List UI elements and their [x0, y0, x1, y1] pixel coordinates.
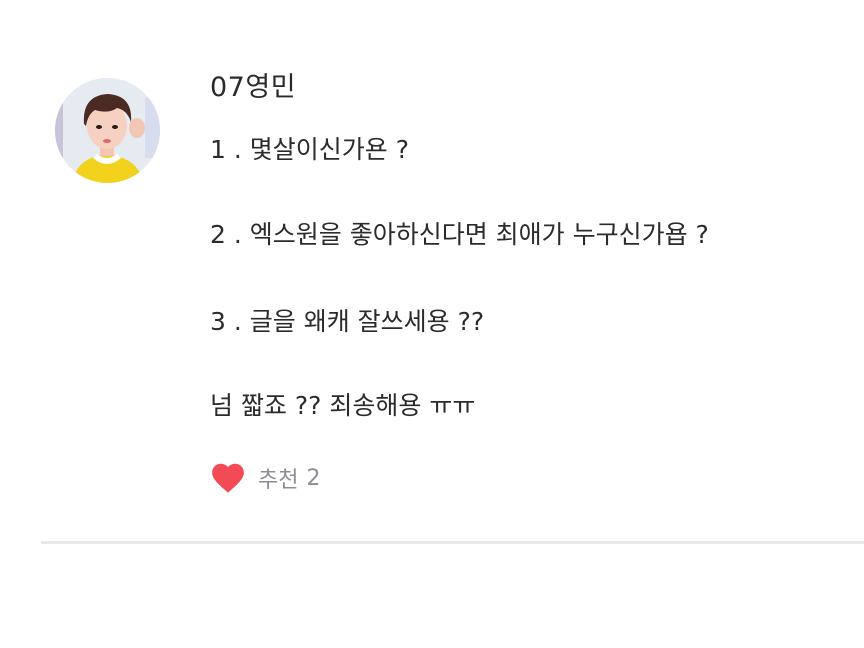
divider [41, 541, 864, 544]
comment-text-line: 2 . 엑스원을 좋아하신다면 최애가 누구신가욥 ? [210, 220, 709, 249]
heart-icon[interactable] [209, 459, 247, 497]
comment-item: 07영민 1 . 몇살이신가욘 ? 2 . 엑스원을 좋아하신다면 최애가 누구… [0, 0, 864, 545]
comment-text-line: 3 . 글을 왜캐 잘쓰세용 ?? [210, 307, 485, 336]
like-label: 추천 [258, 468, 299, 493]
like-button[interactable]: 추천 2 [209, 458, 320, 498]
like-count: 2 [306, 465, 321, 491]
comment-username[interactable]: 07영민 [210, 70, 296, 106]
avatar[interactable] [55, 78, 160, 183]
comment-text-line: 1 . 몇살이신가욘 ? [210, 135, 409, 164]
avatar-image [55, 78, 160, 183]
comment-text-line: 넘 짧죠 ?? 죄송해용 ㅠㅠ [210, 391, 476, 420]
